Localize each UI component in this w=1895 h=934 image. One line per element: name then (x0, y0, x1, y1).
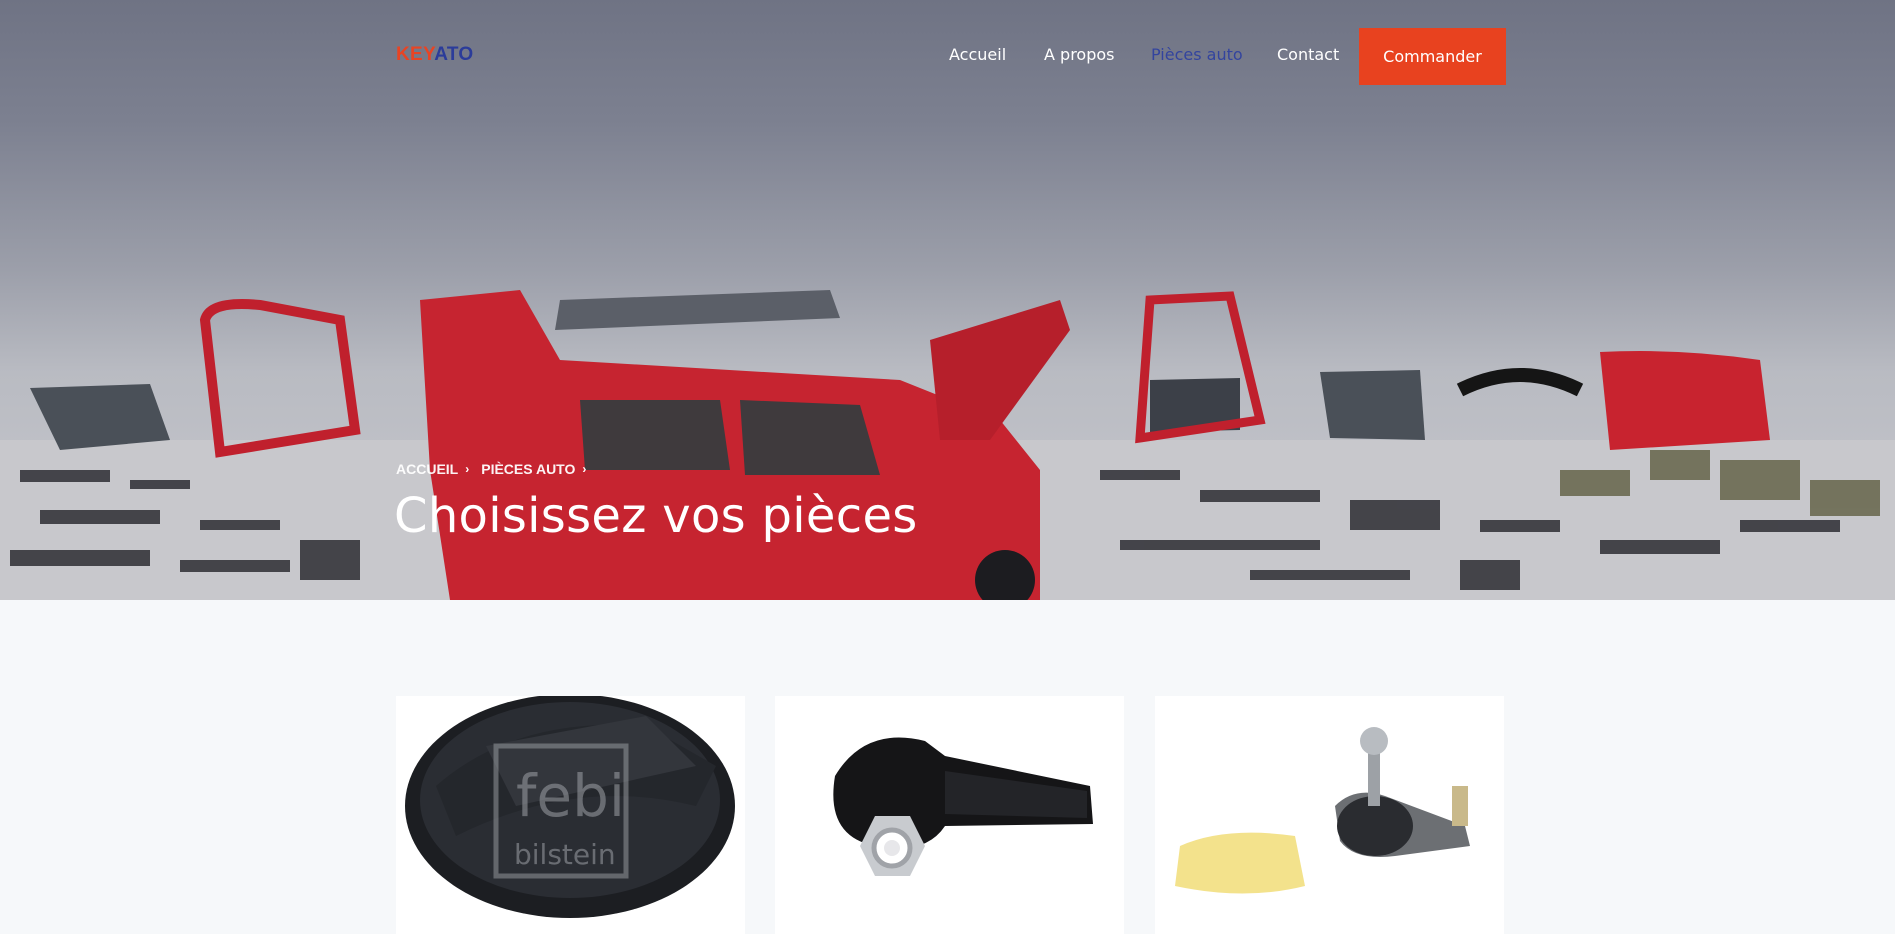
commander-button[interactable]: Commander (1359, 28, 1506, 85)
logo-text-ato: ATO (434, 44, 474, 65)
nav-item-contact[interactable]: Contact (1277, 45, 1339, 64)
product-image-fuel-cap: febi bilstein (405, 696, 735, 918)
product-image-tie-rod-end (775, 696, 1124, 934)
product-card[interactable] (1155, 696, 1504, 934)
breadcrumb-accueil[interactable]: ACCUEIL (396, 461, 458, 477)
nav-item-pieces-auto[interactable]: Pièces auto (1151, 45, 1243, 64)
watermark-bilstein: bilstein (514, 838, 616, 871)
product-image-tie-rod-end-grease (1155, 696, 1504, 934)
watermark-febi: febi (516, 762, 625, 830)
nav-item-accueil[interactable]: Accueil (949, 45, 1006, 64)
breadcrumb-pieces-auto[interactable]: PIÈCES AUTO (481, 461, 575, 477)
product-card[interactable] (775, 696, 1124, 934)
site-logo[interactable]: KEYATO (396, 44, 474, 66)
chevron-right-icon: › (465, 462, 470, 476)
product-card[interactable]: febi bilstein (396, 696, 745, 934)
page-title: Choisissez vos pièces (394, 488, 918, 544)
logo-text-key: KEY (396, 44, 435, 65)
top-navigation: KEYATO Accueil A propos Pièces auto Cont… (0, 0, 1895, 112)
nav-item-a-propos[interactable]: A propos (1044, 45, 1114, 64)
breadcrumb: ACCUEIL › PIÈCES AUTO › (396, 461, 594, 477)
chevron-right-icon: › (582, 462, 587, 476)
